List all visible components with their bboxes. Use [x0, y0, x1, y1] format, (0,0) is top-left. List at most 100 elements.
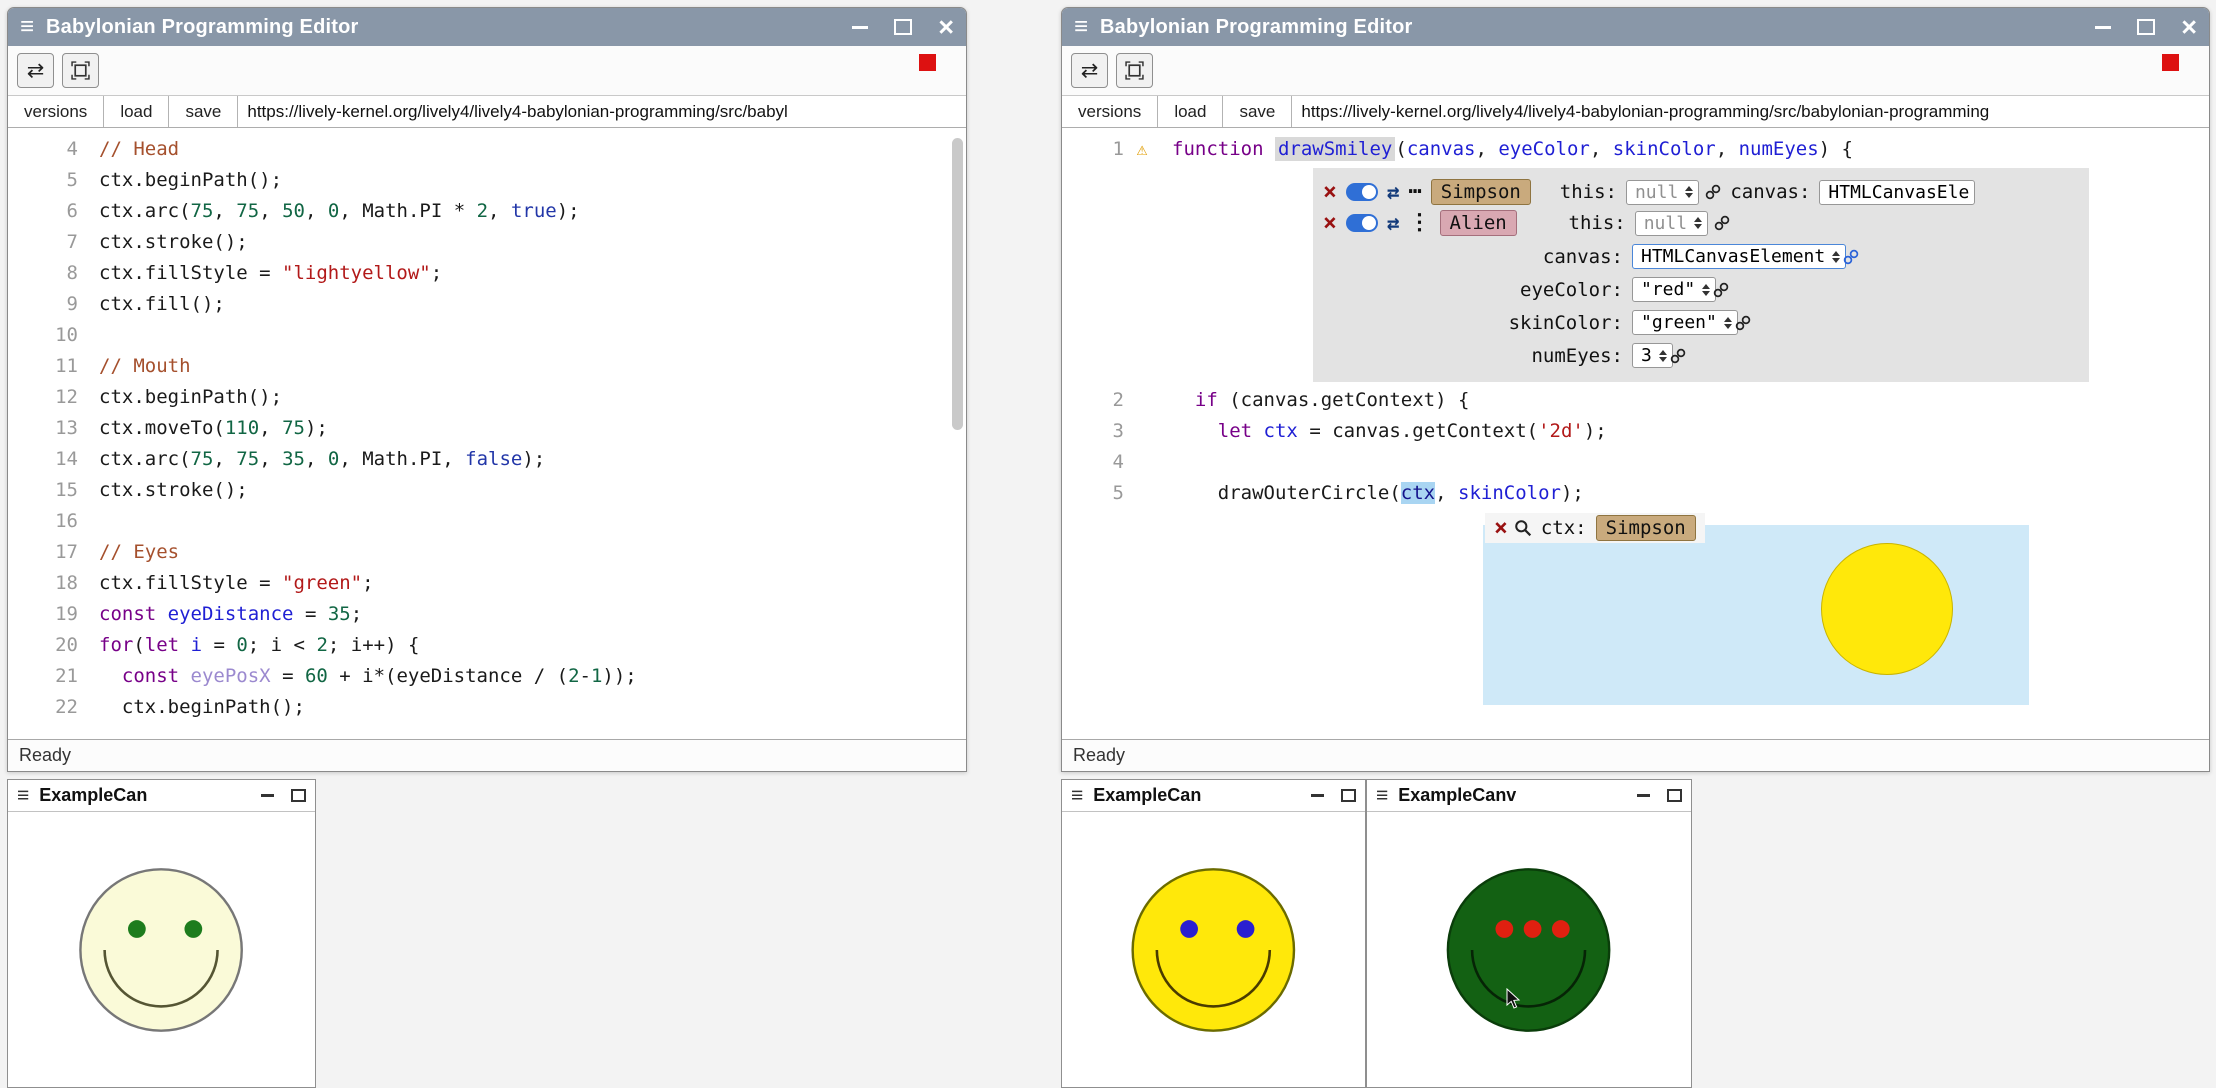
smiley-drawing — [1080, 829, 1347, 1071]
value-dropdown[interactable]: null — [1635, 211, 1708, 236]
stepper-icon[interactable] — [1659, 350, 1667, 362]
link-icon[interactable] — [1714, 215, 1730, 231]
stepper-icon[interactable] — [1694, 217, 1702, 229]
minimize-button[interactable] — [1637, 794, 1650, 797]
mouse-cursor — [1503, 988, 1523, 1010]
delete-probe-icon[interactable]: × — [1494, 518, 1508, 538]
frame-select-button[interactable] — [1116, 53, 1153, 88]
example-toggle[interactable] — [1346, 183, 1378, 201]
record-indicator — [2162, 54, 2179, 71]
menu-icon[interactable]: ≡ — [1074, 15, 1088, 39]
url-field[interactable]: https://lively-kernel.org/lively4/lively… — [1292, 96, 2209, 127]
load-button[interactable]: load — [104, 96, 169, 127]
save-button[interactable]: save — [169, 96, 238, 127]
value-dropdown[interactable]: "green" — [1632, 310, 1738, 335]
line-number: 7 — [8, 227, 78, 258]
probe-example-badge[interactable]: Simpson — [1596, 515, 1696, 541]
maximize-button[interactable] — [894, 19, 912, 35]
value-dropdown[interactable]: HTMLCanvasEle — [1819, 180, 1975, 205]
title-bar[interactable]: ≡ ExampleCan — [1062, 780, 1365, 812]
link-icon[interactable] — [1713, 282, 1729, 298]
example-badge[interactable]: Simpson — [1431, 179, 1531, 205]
title-bar[interactable]: ≡ Babylonian Programming Editor × — [1062, 8, 2209, 46]
code-line: 14ctx.arc(75, 75, 35, 0, Math.PI, false)… — [8, 444, 966, 475]
param-label: eyeColor: — [1323, 279, 1623, 301]
value-dropdown[interactable]: "red" — [1632, 277, 1716, 302]
example-toggle[interactable] — [1346, 214, 1378, 232]
desktop: ≡ Babylonian Programming Editor × ⇄ vers… — [0, 0, 2216, 1088]
line-number: 19 — [8, 599, 78, 630]
close-button[interactable]: × — [2181, 17, 2197, 37]
line-number: 10 — [8, 320, 78, 351]
minimize-button[interactable] — [852, 26, 868, 29]
value-dropdown[interactable]: null — [1626, 180, 1699, 205]
link-icon[interactable] — [1735, 315, 1751, 331]
code-line: 18ctx.fillStyle = "green"; — [8, 568, 966, 599]
line-number: 5 — [1062, 478, 1160, 509]
frame-select-button[interactable] — [62, 53, 99, 88]
more-options-icon[interactable]: ⋮ — [1409, 212, 1431, 234]
maximize-button[interactable] — [2137, 19, 2155, 35]
code-line: 3 let ctx = canvas.getContext('2d'); — [1062, 416, 2209, 447]
swap-arrows-icon[interactable]: ⇄ — [1387, 213, 1400, 234]
title-bar[interactable]: ≡ Babylonian Programming Editor × — [8, 8, 966, 46]
stepper-icon[interactable] — [1702, 284, 1710, 296]
code-line: 20for(let i = 0; i < 2; i++) { — [8, 630, 966, 661]
code-line: 7ctx.stroke(); — [8, 227, 966, 258]
right-editor-window: ≡ Babylonian Programming Editor × ⇄ vers… — [1061, 7, 2210, 772]
probe-header: × ctx: Simpson — [1485, 513, 1705, 543]
line-number: 21 — [8, 661, 78, 692]
menu-icon[interactable]: ≡ — [17, 785, 29, 806]
link-icon[interactable] — [1670, 348, 1686, 364]
load-button[interactable]: load — [1158, 96, 1223, 127]
menu-icon[interactable]: ≡ — [1071, 785, 1083, 806]
probe-widget: × ctx: Simpson — [1483, 513, 2029, 705]
line-number: 20 — [8, 630, 78, 661]
stepper-icon[interactable] — [1724, 317, 1732, 329]
swap-arrows-button[interactable]: ⇄ — [17, 53, 54, 88]
code-line: 11// Mouth — [8, 351, 966, 382]
link-icon[interactable] — [1705, 184, 1721, 200]
close-button[interactable]: × — [938, 17, 954, 37]
title-bar[interactable]: ≡ ExampleCan — [8, 780, 315, 812]
code-editor[interactable]: 4// Head5ctx.beginPath();6ctx.arc(75, 75… — [8, 128, 966, 739]
line-number: 13 — [8, 413, 78, 444]
value-dropdown[interactable]: HTMLCanvasElement — [1632, 244, 1846, 269]
file-tab-row: versions load save https://lively-kernel… — [1062, 95, 2209, 128]
stepper-icon[interactable] — [1685, 186, 1693, 198]
maximize-button[interactable] — [1667, 789, 1682, 802]
versions-tab[interactable]: versions — [8, 96, 104, 127]
status-bar: Ready — [1062, 739, 2209, 771]
stepper-icon[interactable] — [1832, 251, 1840, 263]
menu-icon[interactable]: ≡ — [1376, 785, 1388, 806]
minimize-button[interactable] — [261, 794, 274, 797]
swap-arrows-button[interactable]: ⇄ — [1071, 53, 1108, 88]
code-line: 4 — [1062, 447, 2209, 478]
code-editor[interactable]: 1⚠function drawSmiley(canvas, eyeColor, … — [1062, 128, 2209, 739]
scrollbar-thumb[interactable] — [952, 138, 963, 430]
save-button[interactable]: save — [1223, 96, 1292, 127]
versions-tab[interactable]: versions — [1062, 96, 1158, 127]
minimize-button[interactable] — [1311, 794, 1324, 797]
minimize-button[interactable] — [2095, 26, 2111, 29]
value-dropdown[interactable]: 3 — [1632, 343, 1673, 368]
more-options-icon[interactable]: ⋯ — [1409, 181, 1422, 203]
swap-arrows-icon[interactable]: ⇄ — [1387, 182, 1400, 203]
param-label: this: — [1560, 181, 1617, 203]
title-bar[interactable]: ≡ ExampleCanv — [1367, 780, 1691, 812]
line-number: 18 — [8, 568, 78, 599]
frame-icon — [1125, 61, 1144, 80]
delete-example-icon[interactable]: × — [1323, 182, 1337, 202]
magnifier-icon[interactable] — [1514, 519, 1532, 537]
maximize-button[interactable] — [1341, 789, 1356, 802]
param-row-numeyes: numEyes: 3 — [1323, 343, 2079, 368]
code-line: 16 — [8, 506, 966, 537]
url-field[interactable]: https://lively-kernel.org/lively4/lively… — [238, 96, 966, 127]
maximize-button[interactable] — [291, 789, 306, 802]
menu-icon[interactable]: ≡ — [20, 15, 34, 39]
delete-example-icon[interactable]: × — [1323, 213, 1337, 233]
code-line: 10 — [8, 320, 966, 351]
example-badge[interactable]: Alien — [1440, 210, 1517, 236]
link-icon[interactable] — [1843, 249, 1859, 265]
line-number: 3 — [1062, 416, 1160, 447]
